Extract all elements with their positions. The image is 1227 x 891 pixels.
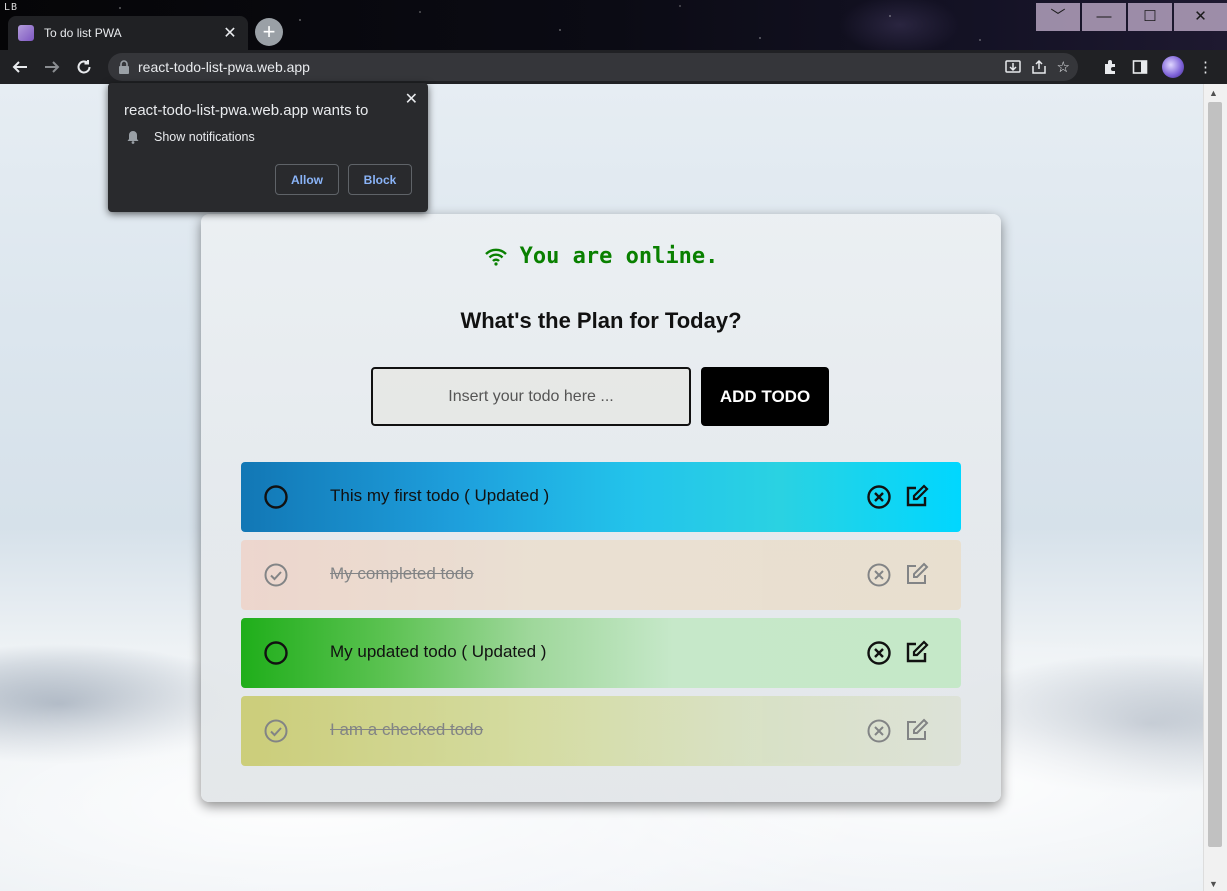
profile-avatar[interactable]: [1162, 56, 1184, 78]
connection-status: You are online.: [201, 244, 1001, 269]
wifi-icon: [484, 248, 507, 266]
todo-text: My updated todo ( Updated ): [330, 642, 547, 661]
edit-icon[interactable]: [904, 561, 930, 587]
forward-icon[interactable]: [36, 51, 68, 83]
edit-icon[interactable]: [904, 717, 930, 743]
add-todo-button[interactable]: ADD TODO: [701, 367, 829, 426]
side-panel-icon[interactable]: [1132, 59, 1148, 75]
extensions-icon[interactable]: [1102, 59, 1118, 75]
todo-item: This my first todo ( Updated ): [241, 462, 961, 532]
bell-icon: [127, 131, 139, 144]
window-titlebar: LB To do list PWA ✕ + ﹀ — ☐ ✕: [0, 0, 1227, 50]
tab-favicon-icon: [18, 25, 34, 41]
status-text: You are online.: [519, 244, 719, 269]
close-window-button[interactable]: ✕: [1174, 3, 1227, 31]
todo-item: My completed todo: [241, 540, 961, 610]
scroll-thumb[interactable]: [1208, 102, 1222, 847]
install-app-icon[interactable]: [1004, 59, 1021, 75]
tab-title: To do list PWA: [44, 26, 122, 40]
reload-icon[interactable]: [68, 51, 100, 83]
tab-close-icon[interactable]: ✕: [222, 23, 238, 43]
minimize-button[interactable]: —: [1082, 3, 1126, 31]
page-scrollbar[interactable]: ▲ ▼: [1203, 84, 1227, 891]
circle-icon[interactable]: [263, 484, 289, 510]
block-button[interactable]: Block: [348, 164, 412, 195]
lock-icon: [119, 60, 129, 74]
delete-icon[interactable]: [866, 562, 892, 588]
check-circle-icon[interactable]: [263, 718, 289, 744]
check-circle-icon[interactable]: [263, 562, 289, 588]
circle-icon[interactable]: [263, 640, 289, 666]
todo-item: I am a checked todo: [241, 696, 961, 766]
os-logo: LB: [4, 2, 19, 13]
url-text: react-todo-list-pwa.web.app: [138, 59, 310, 75]
menu-kebab-icon[interactable]: ⋮: [1198, 58, 1213, 76]
popup-title: react-todo-list-pwa.web.app wants to: [124, 102, 369, 119]
page-title: What's the Plan for Today?: [460, 308, 742, 333]
edit-icon[interactable]: [904, 483, 930, 509]
tab-search-button[interactable]: ﹀: [1036, 3, 1080, 31]
todo-app-card: You are online. What's the Plan for Toda…: [201, 214, 1001, 802]
scroll-down-icon[interactable]: ▼: [1209, 879, 1218, 889]
todo-input[interactable]: [371, 367, 691, 426]
maximize-button[interactable]: ☐: [1128, 3, 1172, 31]
delete-icon[interactable]: [866, 640, 892, 666]
browser-tab[interactable]: To do list PWA ✕: [8, 16, 248, 50]
permission-label: Show notifications: [154, 130, 255, 144]
todo-text: This my first todo ( Updated ): [330, 486, 550, 505]
address-bar[interactable]: react-todo-list-pwa.web.app ☆: [108, 53, 1078, 81]
todo-item: My updated todo ( Updated ): [241, 618, 961, 688]
scroll-up-icon[interactable]: ▲: [1209, 88, 1218, 98]
delete-icon[interactable]: [866, 484, 892, 510]
todo-text: I am a checked todo: [330, 720, 484, 739]
new-tab-button[interactable]: +: [255, 18, 283, 46]
share-icon[interactable]: [1031, 59, 1047, 75]
notification-permission-popup: react-todo-list-pwa.web.app wants to ✕ S…: [108, 83, 428, 212]
allow-button[interactable]: Allow: [275, 164, 339, 195]
edit-icon[interactable]: [904, 639, 930, 665]
todo-text: My completed todo: [330, 564, 474, 583]
back-icon[interactable]: [4, 51, 36, 83]
bookmark-star-icon[interactable]: ☆: [1057, 58, 1070, 76]
popup-close-icon[interactable]: ✕: [405, 89, 418, 109]
permission-row: Show notifications: [126, 130, 255, 144]
delete-icon[interactable]: [866, 718, 892, 744]
